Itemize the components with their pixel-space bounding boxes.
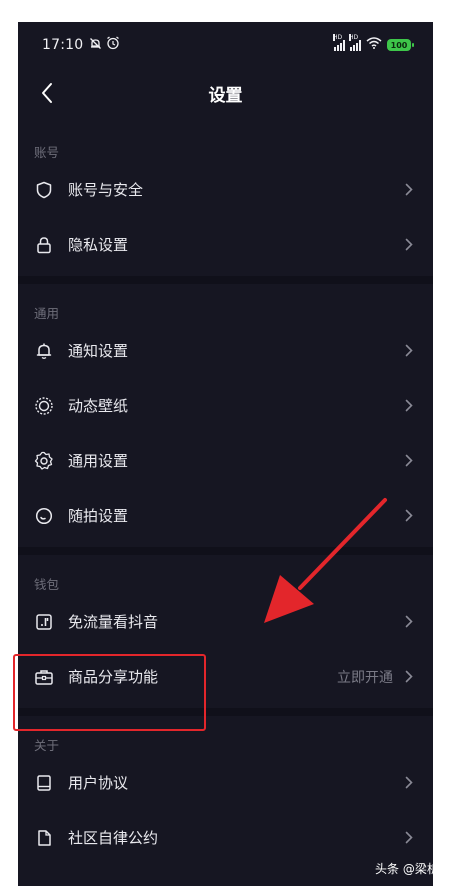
row-snap-settings[interactable]: 随拍设置 xyxy=(18,488,433,543)
chevron-right-icon xyxy=(403,670,415,684)
chevron-right-icon xyxy=(403,615,415,629)
chevron-right-icon xyxy=(403,183,415,197)
row-label: 通知设置 xyxy=(68,342,129,360)
chevron-right-icon xyxy=(403,454,415,468)
row-user-agreement[interactable]: 用户协议 xyxy=(18,755,433,810)
row-notification-settings[interactable]: 通知设置 xyxy=(18,323,433,378)
chevron-right-icon xyxy=(403,831,415,845)
phone-screen: 17:10 HD HD 100 设置 账号 账号与安全 隐私设置 通用 通知设置… xyxy=(18,22,433,886)
section-title-about: 关于 xyxy=(34,738,60,753)
annotation-highlight-box xyxy=(13,654,206,731)
row-general-settings[interactable]: 通用设置 xyxy=(18,433,433,488)
section-title-general: 通用 xyxy=(34,306,60,321)
section-title-account: 账号 xyxy=(34,145,60,160)
snap-icon xyxy=(34,506,54,526)
section-title-wallet: 钱包 xyxy=(34,577,60,592)
back-button[interactable] xyxy=(32,78,62,108)
signal-icon-2: HD xyxy=(349,34,361,51)
chevron-right-icon xyxy=(403,344,415,358)
row-label: 隐私设置 xyxy=(68,236,129,254)
row-community-guidelines[interactable]: 社区自律公约 xyxy=(18,810,433,865)
document-icon xyxy=(34,828,54,848)
status-bar: 17:10 HD HD 100 xyxy=(18,22,433,68)
section-divider xyxy=(18,547,433,555)
row-free-data[interactable]: 免流量看抖音 xyxy=(18,594,433,649)
chevron-right-icon xyxy=(403,509,415,523)
signal-icon: HD xyxy=(333,34,345,51)
row-account-security[interactable]: 账号与安全 xyxy=(18,162,433,217)
wifi-icon xyxy=(366,37,382,53)
mute-icon xyxy=(89,37,102,54)
chevron-right-icon xyxy=(403,776,415,790)
row-privacy-settings[interactable]: 隐私设置 xyxy=(18,217,433,272)
row-label: 账号与安全 xyxy=(68,181,144,199)
book-icon xyxy=(34,773,54,793)
watermark: 头条 @梁析说 xyxy=(375,862,451,876)
data-card-icon xyxy=(34,612,54,632)
chevron-right-icon xyxy=(403,399,415,413)
activate-now-value: 立即开通 xyxy=(337,669,393,686)
row-label: 随拍设置 xyxy=(68,507,129,525)
gear-icon xyxy=(34,451,54,471)
row-live-wallpaper[interactable]: 动态壁纸 xyxy=(18,378,433,433)
shield-icon xyxy=(34,180,54,200)
lock-icon xyxy=(34,235,54,255)
section-divider xyxy=(18,276,433,284)
bell-icon xyxy=(34,341,54,361)
row-label: 用户协议 xyxy=(68,774,129,792)
page-title: 设置 xyxy=(208,85,243,106)
row-label: 社区自律公约 xyxy=(68,829,159,847)
alarm-icon xyxy=(106,36,120,54)
title-bar: 设置 xyxy=(18,68,433,118)
wallpaper-icon xyxy=(34,396,54,416)
row-label: 通用设置 xyxy=(68,452,129,470)
status-time: 17:10 xyxy=(42,37,84,53)
battery-indicator: 100 xyxy=(387,39,414,51)
row-label: 免流量看抖音 xyxy=(68,613,159,631)
row-label: 动态壁纸 xyxy=(68,397,129,415)
chevron-right-icon xyxy=(403,238,415,252)
chevron-left-icon xyxy=(42,83,52,103)
